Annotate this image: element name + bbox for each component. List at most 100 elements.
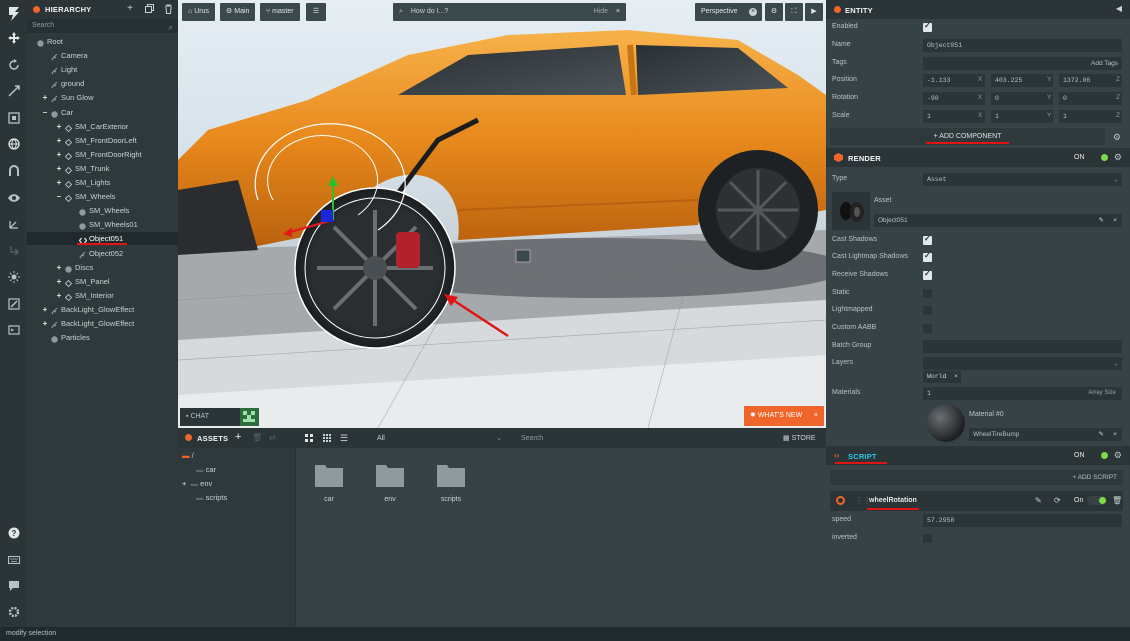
delete-icon[interactable]: 🗑 [252, 433, 262, 442]
edit-icon[interactable]: ✎ [1099, 428, 1104, 441]
translate-icon[interactable] [0, 27, 27, 49]
hide-link[interactable]: Hide [594, 3, 608, 21]
tree-item[interactable]: + SM_Panel [27, 275, 178, 288]
close-circle-icon[interactable]: × [749, 8, 757, 16]
chat-icon[interactable] [0, 575, 27, 597]
asset-thumbnail[interactable] [832, 192, 870, 230]
duplicate-icon[interactable] [144, 4, 154, 14]
type-select[interactable]: Asset ⌄ [923, 173, 1122, 186]
scene-button[interactable]: ⚙ Main [220, 3, 256, 21]
tree-item[interactable]: + SM_Interior [27, 289, 178, 302]
render-toggle[interactable] [1089, 153, 1109, 162]
lightmapped-checkbox[interactable] [923, 306, 932, 315]
tree-item[interactable]: ground [27, 77, 178, 90]
rotation-x-field[interactable]: -90 [923, 92, 985, 105]
viewport-3d[interactable]: ⌂ Urus ⚙ Main ⑂ master ☰ ⌕ How do I...? … [178, 0, 826, 428]
asset-tree-root[interactable]: ▬ / [182, 451, 194, 460]
tree-item[interactable]: + SM_FrontDoorLeft [27, 134, 178, 147]
rotate-icon[interactable] [0, 54, 27, 76]
add-asset-icon[interactable]: + [235, 431, 241, 443]
help-icon[interactable]: ? [0, 522, 27, 544]
expand-icon[interactable]: + [41, 303, 49, 316]
hierarchy-search-input[interactable]: Search ⌕ [27, 19, 178, 33]
expand-icon[interactable]: + [182, 479, 186, 488]
scale-icon[interactable] [0, 80, 27, 102]
avatar[interactable] [240, 408, 259, 426]
viewport-settings-button[interactable]: ⚙ [765, 3, 783, 21]
grid-view-icon[interactable] [305, 434, 313, 444]
tree-item[interactable]: SM_Wheels [27, 204, 178, 217]
resize-icon[interactable] [0, 107, 27, 129]
light-icon[interactable] [0, 266, 27, 288]
chat-widget[interactable]: ▪ CHAT [178, 407, 261, 427]
list-view-icon[interactable]: ☰ [340, 433, 348, 444]
cast-lightmap-checkbox[interactable] [923, 251, 932, 262]
tree-item[interactable]: Light [27, 63, 178, 76]
expand-icon[interactable]: + [55, 162, 63, 175]
refresh-icon[interactable]: ⟳ [1054, 496, 1061, 505]
expand-icon[interactable]: + [55, 261, 63, 274]
position-y-field[interactable]: 403.225 [991, 74, 1053, 87]
tree-item[interactable]: – SM_Wheels [27, 190, 178, 203]
rotation-z-field[interactable]: 0 [1059, 92, 1122, 105]
gear-icon[interactable]: ⚙ [1114, 152, 1122, 163]
script-instance-toggle[interactable] [1087, 496, 1107, 505]
keyboard-icon[interactable] [0, 549, 27, 571]
asset-tree-env[interactable]: + ▬ env [182, 479, 212, 488]
expand-icon[interactable]: + [41, 91, 49, 104]
tree-item[interactable]: + BackLight_GlowEffect [27, 303, 178, 316]
magnet-icon[interactable] [0, 160, 27, 182]
sync-icon[interactable]: ⇄ [269, 433, 276, 442]
folder-env[interactable]: env [370, 462, 410, 503]
add-entity-icon[interactable]: + [125, 4, 135, 14]
add-tags-label[interactable]: Add Tags [1091, 60, 1118, 67]
expand-icon[interactable]: + [55, 289, 63, 302]
gear-icon[interactable]: ⚙ [1114, 450, 1122, 461]
tree-item[interactable]: + Sun Glow [27, 91, 178, 104]
gizmo-icon[interactable] [0, 213, 27, 235]
collapse-icon[interactable]: ◀ [1116, 4, 1122, 13]
branch-button[interactable]: ⑂ master [260, 3, 300, 21]
delete-icon[interactable]: 🗑 [1112, 496, 1122, 505]
whats-new-button[interactable]: ✹ WHAT'S NEW × [744, 406, 824, 426]
expand-icon[interactable]: + [55, 176, 63, 189]
expand-icon[interactable]: + [41, 317, 49, 330]
script-toggle[interactable] [1089, 451, 1109, 460]
tree-item[interactable]: + SM_CarExterior [27, 120, 178, 133]
asset-tree-scripts[interactable]: ▬ scripts [196, 493, 227, 502]
store-button[interactable]: ▦ STORE [783, 432, 816, 445]
tree-item[interactable]: Camera [27, 49, 178, 62]
add-script-button[interactable]: + ADD SCRIPT [830, 470, 1123, 485]
collapse-icon[interactable]: – [55, 190, 63, 203]
asset-filter-select[interactable]: All ⌄ [373, 432, 506, 445]
close-icon[interactable]: × [954, 371, 958, 383]
chat-button[interactable]: ▪ CHAT [180, 408, 240, 426]
close-icon[interactable]: × [1113, 428, 1117, 441]
folder-car[interactable]: car [309, 462, 349, 503]
tree-item[interactable]: + SM_Lights [27, 176, 178, 189]
collapse-icon[interactable]: – [41, 106, 49, 119]
enabled-checkbox[interactable] [923, 21, 932, 32]
speed-field[interactable]: 57.2958 [923, 514, 1122, 527]
small-grid-icon[interactable] [323, 434, 331, 444]
layers-select[interactable]: ⌄ [923, 357, 1122, 370]
static-checkbox[interactable] [923, 289, 932, 298]
tree-item[interactable]: + Discs [27, 261, 178, 274]
layer-tag[interactable]: World × [923, 371, 961, 383]
name-field[interactable]: Object051 [923, 39, 1122, 52]
rotation-y-field[interactable]: 0 [991, 92, 1053, 105]
code-icon[interactable] [0, 319, 27, 341]
expand-icon[interactable]: + [55, 148, 63, 161]
asset-search-input[interactable]: Search [517, 432, 649, 445]
tags-field[interactable]: Add Tags [923, 57, 1122, 70]
eye-icon[interactable] [0, 187, 27, 209]
tree-item[interactable]: Object052 [27, 247, 178, 260]
custom-aabb-checkbox[interactable] [923, 324, 932, 333]
tree-item[interactable]: Root [27, 35, 178, 48]
receive-shadows-checkbox[interactable] [923, 269, 932, 280]
edit-icon[interactable]: ✎ [1099, 214, 1104, 227]
tree-item[interactable]: + SM_Trunk [27, 162, 178, 175]
tree-item[interactable]: + BackLight_GlowEffect [27, 317, 178, 330]
batch-group-field[interactable] [923, 340, 1122, 353]
scale-y-field[interactable]: 1 [991, 110, 1053, 123]
